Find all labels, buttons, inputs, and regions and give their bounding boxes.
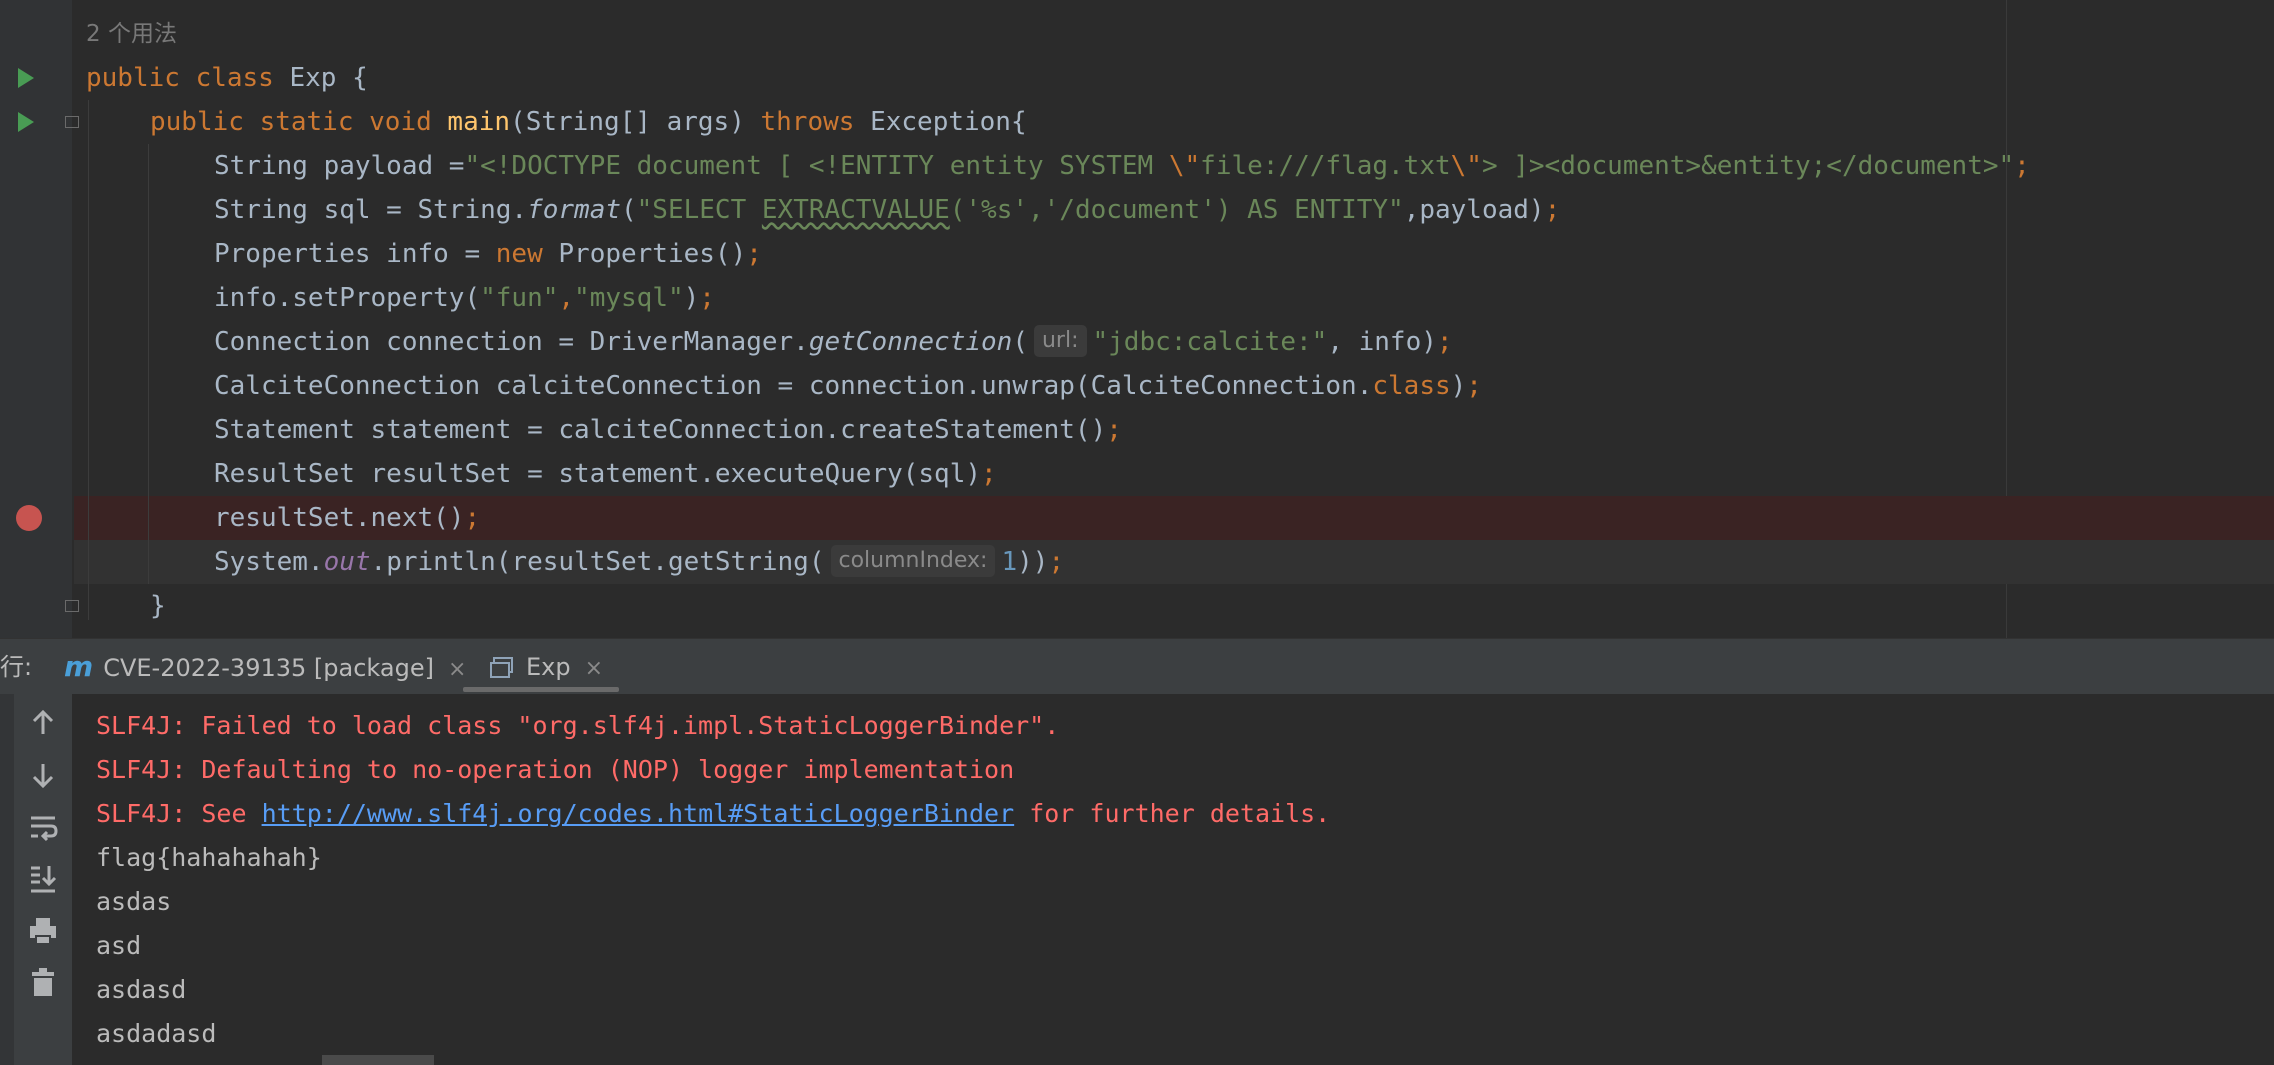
code-line[interactable]: public class Exp { — [0, 56, 2274, 100]
maven-icon: m — [64, 650, 94, 683]
tab-maven-package[interactable]: m CVE-2022-39135 [package] × — [64, 639, 466, 695]
close-icon[interactable]: × — [585, 656, 603, 681]
typo-warning[interactable]: EXTRACTVALUE — [762, 195, 950, 225]
code-editor[interactable]: 2 个用法 public class Exp { public static v… — [0, 0, 2274, 638]
fold-icon[interactable] — [65, 116, 79, 128]
tool-stripe — [0, 694, 14, 1065]
console-error-line: SLF4J: Failed to load class "org.slf4j.i… — [96, 711, 1060, 740]
arrow-up-icon[interactable] — [26, 706, 60, 740]
console-icon — [490, 657, 513, 678]
code-line[interactable]: Statement statement = calciteConnection.… — [0, 408, 2274, 452]
run-label: 行: — [0, 653, 33, 681]
tab-label: Exp — [526, 653, 571, 681]
breakpoint-line[interactable]: resultSet.next(); — [74, 496, 2274, 540]
console-output-line: asdas — [96, 887, 172, 916]
code-line[interactable]: public static void main(String[] args) t… — [0, 100, 2274, 144]
soft-wrap-icon[interactable] — [26, 810, 60, 844]
code-line[interactable]: String payload ="<!DOCTYPE document [ <!… — [0, 144, 2274, 188]
usage-hint[interactable]: 2 个用法 — [86, 12, 177, 56]
indent-guide — [88, 100, 89, 620]
console-error-line: SLF4J: Defaulting to no-operation (NOP) … — [96, 755, 1015, 784]
console-error-line: SLF4J: See http://www.slf4j.org/codes.ht… — [96, 799, 1331, 828]
code-line[interactable]: info.setProperty("fun","mysql"); — [0, 276, 2274, 320]
close-icon[interactable]: × — [448, 657, 466, 682]
indent-guide — [148, 144, 149, 584]
code-line[interactable]: Properties info = new Properties(); — [0, 232, 2274, 276]
current-line[interactable]: System.out.println(resultSet.getString(c… — [74, 540, 2274, 584]
parameter-hint: url: — [1033, 324, 1087, 357]
fold-icon[interactable] — [65, 600, 79, 612]
parameter-hint: columnIndex: — [830, 544, 996, 577]
console-output-line: flag{hahahahah} — [96, 843, 322, 872]
tab-label: CVE-2022-39135 [package] — [103, 654, 434, 682]
code-line[interactable]: ResultSet resultSet = statement.executeQ… — [0, 452, 2274, 496]
run-icon[interactable] — [18, 112, 34, 132]
code-line[interactable]: CalciteConnection calciteConnection = co… — [0, 364, 2274, 408]
scroll-to-end-icon[interactable] — [26, 862, 60, 896]
console-output[interactable]: SLF4J: Failed to load class "org.slf4j.i… — [72, 694, 2274, 1065]
code-line[interactable]: } — [0, 584, 2274, 628]
trash-icon[interactable] — [26, 966, 60, 1000]
print-icon[interactable] — [26, 914, 60, 948]
console-output-line: asdasd — [96, 975, 187, 1004]
slf4j-docs-link[interactable]: http://www.slf4j.org/codes.html#StaticLo… — [262, 799, 1015, 828]
console-output-line: asd — [96, 931, 142, 960]
run-icon[interactable] — [18, 68, 34, 88]
code-line[interactable]: Connection connection = DriverManager.ge… — [0, 320, 2274, 364]
code-line[interactable]: String sql = String.format("SELECT EXTRA… — [0, 188, 2274, 232]
run-tab-bar: 行: m CVE-2022-39135 [package] × Exp × — [0, 638, 2274, 696]
arrow-down-icon[interactable] — [26, 758, 60, 792]
breakpoint-icon[interactable] — [16, 505, 42, 531]
horizontal-scrollbar[interactable] — [322, 1055, 434, 1065]
console-output-line: asdadasd — [96, 1019, 217, 1048]
active-tab-indicator — [463, 687, 619, 692]
